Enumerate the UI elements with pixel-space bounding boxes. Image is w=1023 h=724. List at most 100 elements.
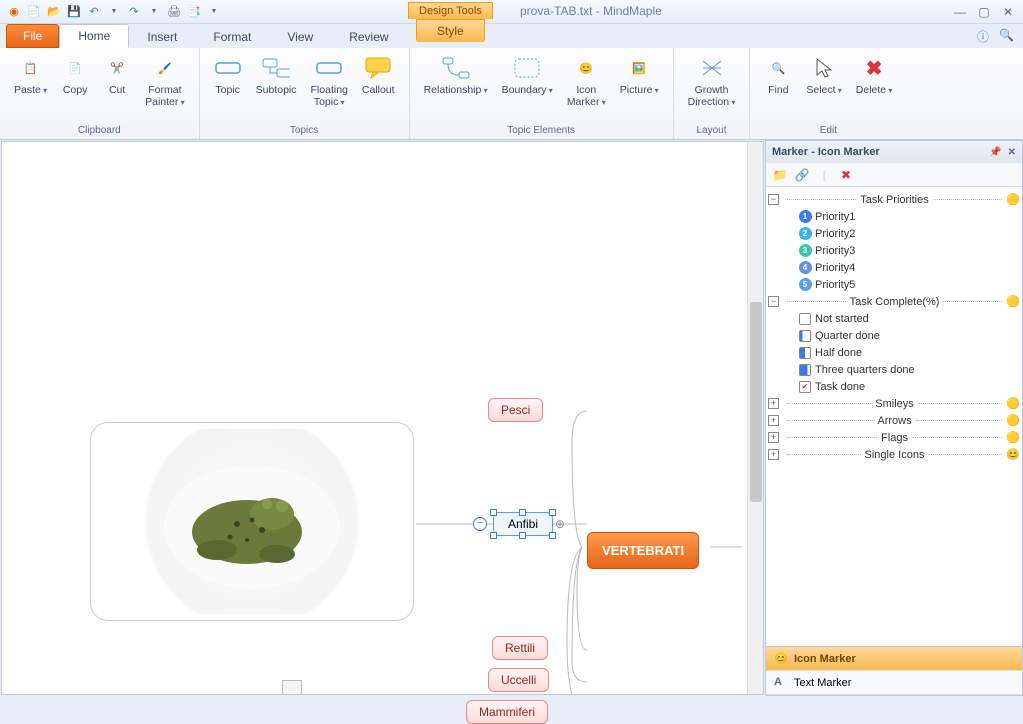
tree-item-priority1[interactable]: 1Priority1: [768, 208, 1020, 225]
tree-item-priority2[interactable]: 2Priority2: [768, 225, 1020, 242]
growth-button[interactable]: Growth Direction: [682, 52, 742, 123]
minimize-icon[interactable]: —: [951, 5, 969, 19]
floating-icon: [315, 54, 343, 82]
scrollbar-thumb[interactable]: [750, 302, 762, 502]
tree-item-half[interactable]: Half done: [768, 344, 1020, 361]
qat-dropdown-icon[interactable]: ▼: [206, 4, 222, 20]
undo-icon[interactable]: ↶: [86, 4, 102, 20]
resize-handle-s[interactable]: [519, 532, 526, 539]
tree-group-priorities[interactable]: − Task Priorities 🟡: [768, 191, 1020, 208]
collapse-toggle[interactable]: −: [768, 194, 779, 205]
tree-item-threequarter[interactable]: Three quarters done: [768, 361, 1020, 378]
floating-topic-button[interactable]: Floating Topic: [305, 52, 354, 123]
delete-marker-icon[interactable]: ✖: [838, 167, 854, 183]
expand-toggle[interactable]: +: [768, 432, 779, 443]
node-pesci[interactable]: Pesci: [488, 398, 543, 422]
tab-view[interactable]: View: [269, 26, 331, 48]
callout-icon: [364, 54, 392, 82]
file-tab[interactable]: File: [6, 24, 59, 48]
cut-button[interactable]: ✂️Cut: [97, 52, 137, 123]
expand-toggle[interactable]: +: [768, 398, 779, 409]
app-icon[interactable]: ◉: [6, 4, 22, 20]
tree-item-quarter[interactable]: Quarter done: [768, 327, 1020, 344]
canvas-area[interactable]: VERTEBRATI Pesci Rettili Uccelli Mammife…: [1, 141, 764, 695]
tree-item-priority3[interactable]: 3Priority3: [768, 242, 1020, 259]
export-icon[interactable]: 📑: [186, 4, 202, 20]
picture-button[interactable]: 🖼️Picture: [614, 52, 665, 123]
tab-home[interactable]: Home: [59, 24, 129, 48]
tab-text-marker[interactable]: AText Marker: [766, 671, 1022, 695]
subtopic-icon: [262, 54, 290, 82]
find-button[interactable]: 🔍Find: [758, 52, 798, 123]
cut-icon: ✂️: [103, 54, 131, 82]
tab-style[interactable]: Style: [416, 19, 485, 42]
tab-insert[interactable]: Insert: [129, 26, 195, 48]
topic-button[interactable]: Topic: [208, 52, 248, 123]
tree-group-smileys[interactable]: +Smileys🟡: [768, 395, 1020, 412]
node-mammiferi[interactable]: Mammiferi: [466, 700, 548, 724]
node-rettili[interactable]: Rettili: [492, 636, 548, 660]
tab-review[interactable]: Review: [331, 26, 406, 48]
tab-icon-marker[interactable]: 😊Icon Marker: [766, 647, 1022, 671]
topic-image-box[interactable]: [90, 422, 414, 621]
search-icon[interactable]: 🔍: [999, 28, 1015, 44]
tree-group-complete[interactable]: − Task Complete(%) 🟡: [768, 293, 1020, 310]
node-root[interactable]: VERTEBRATI: [587, 532, 699, 569]
panel-close-icon[interactable]: ✕: [1008, 147, 1016, 158]
expand-toggle[interactable]: +: [768, 449, 779, 460]
open-icon[interactable]: 📂: [46, 4, 62, 20]
half-icon: [799, 347, 811, 359]
paste-icon: 📋: [17, 54, 45, 82]
add-marker-icon[interactable]: 📁: [772, 167, 788, 183]
redo-icon[interactable]: ↷: [126, 4, 142, 20]
marker-tree[interactable]: − Task Priorities 🟡 1Priority1 2Priority…: [766, 187, 1022, 646]
subtopic-button[interactable]: Subtopic: [250, 52, 303, 123]
boundary-button[interactable]: Boundary: [496, 52, 559, 123]
format-painter-button[interactable]: 🖌️Format Painter: [139, 52, 191, 123]
copy-button[interactable]: 📄Copy: [55, 52, 95, 123]
tree-group-arrows[interactable]: +Arrows🟡: [768, 412, 1020, 429]
icon-marker-button[interactable]: 😊Icon Marker: [561, 52, 612, 123]
link-marker-icon[interactable]: 🔗: [794, 167, 810, 183]
priority2-icon: 2: [799, 227, 812, 240]
delete-button[interactable]: ✖Delete: [850, 52, 899, 123]
tree-group-flags[interactable]: +Flags🟡: [768, 429, 1020, 446]
tree-item-done[interactable]: ✔Task done: [768, 378, 1020, 395]
tree-group-single[interactable]: +Single Icons😊: [768, 446, 1020, 463]
resize-handle-sw[interactable]: [490, 532, 497, 539]
paste-button[interactable]: 📋Paste: [8, 52, 53, 123]
priority3-icon: 3: [799, 244, 812, 257]
pin-icon[interactable]: 📌: [989, 147, 1001, 158]
node-anfibi-selected[interactable]: Anfibi ⊕: [493, 512, 553, 536]
resize-handle-nw[interactable]: [490, 509, 497, 516]
drag-handle-icon[interactable]: ⊕: [555, 517, 565, 531]
resize-handle-n[interactable]: [519, 509, 526, 516]
tree-item-notstarted[interactable]: Not started: [768, 310, 1020, 327]
sheet-tab[interactable]: [282, 680, 302, 694]
save-icon[interactable]: 💾: [66, 4, 82, 20]
tab-format[interactable]: Format: [195, 26, 269, 48]
tree-item-priority5[interactable]: 5Priority5: [768, 276, 1020, 293]
relationship-button[interactable]: Relationship: [418, 52, 494, 123]
collapse-toggle[interactable]: −: [768, 296, 779, 307]
expand-toggle[interactable]: +: [768, 415, 779, 426]
done-icon: ✔: [799, 381, 811, 393]
new-icon[interactable]: 📄: [26, 4, 42, 20]
smiley-icon: 😊: [572, 54, 600, 82]
close-icon[interactable]: ✕: [999, 5, 1017, 19]
mindmap-canvas[interactable]: VERTEBRATI Pesci Rettili Uccelli Mammife…: [2, 142, 763, 694]
help-icon[interactable]: ⓘ: [977, 28, 993, 44]
select-button[interactable]: Select: [800, 52, 847, 123]
priority4-icon: 4: [799, 261, 812, 274]
undo-dropdown-icon[interactable]: ▼: [106, 4, 122, 20]
resize-handle-ne[interactable]: [549, 509, 556, 516]
redo-dropdown-icon[interactable]: ▼: [146, 4, 162, 20]
vertical-scrollbar[interactable]: [747, 142, 763, 694]
callout-button[interactable]: Callout: [356, 52, 401, 123]
print-icon[interactable]: 🖨: [166, 4, 182, 20]
tree-item-priority4[interactable]: 4Priority4: [768, 259, 1020, 276]
resize-handle-se[interactable]: [549, 532, 556, 539]
maximize-icon[interactable]: ▢: [975, 5, 993, 19]
collapse-button[interactable]: −: [473, 517, 487, 531]
picture-icon: 🖼️: [625, 54, 653, 82]
